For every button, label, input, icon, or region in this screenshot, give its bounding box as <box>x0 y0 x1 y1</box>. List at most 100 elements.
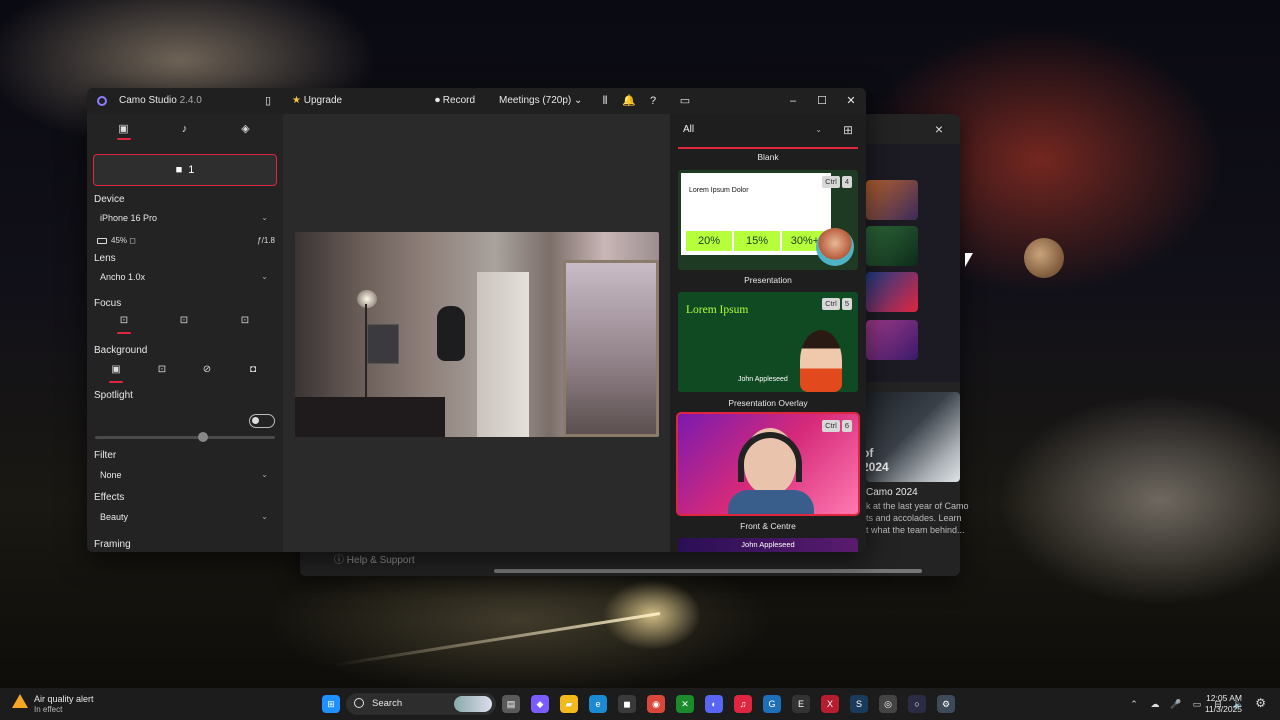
scene-card-presentation[interactable]: Lorem Ipsum Dolor 20% 15% 30%+ Ctrl 4 <box>678 170 858 270</box>
presenter-avatar <box>800 330 842 392</box>
scene-label-front-centre: Front & Centre <box>740 521 796 531</box>
record-label: Record <box>442 95 476 106</box>
shortcut-badge: Ctrl 5 <box>822 298 852 310</box>
lens-dropdown[interactable]: Ancho 1.0x ⌄ <box>93 267 277 287</box>
obs-app-icon[interactable]: ◎ <box>879 695 897 713</box>
layers-tab-icon[interactable]: ◈ <box>215 118 276 140</box>
columns-icon[interactable]: ⫴ <box>596 88 614 114</box>
scene-card-front-centre[interactable]: Ctrl 6 <box>678 414 858 514</box>
browser-app-icon[interactable]: G <box>763 695 781 713</box>
scenes-filter-dropdown[interactable]: All ⌄ <box>678 120 826 140</box>
filter-dropdown[interactable]: None ⌄ <box>93 465 277 485</box>
focus-auto-icon[interactable]: ⊡ <box>101 311 147 334</box>
search-icon <box>354 698 364 708</box>
aperture-value: ƒ/1.8 <box>257 236 275 245</box>
help-icon[interactable]: ? <box>644 88 662 114</box>
tray-icon[interactable]: ▭ <box>1189 695 1205 713</box>
record-button[interactable]: ⏺ Record <box>435 88 475 114</box>
scene-card-john-appleseed[interactable]: John Appleseed <box>678 538 858 552</box>
effects-dropdown[interactable]: Beauty ⌄ <box>93 507 277 527</box>
camo-app-icon[interactable]: ○ <box>908 695 926 713</box>
close-icon[interactable]: ✕ <box>837 88 865 114</box>
epic-app-icon[interactable]: E <box>792 695 810 713</box>
tray-icon[interactable]: 🎤 <box>1168 695 1184 713</box>
back-thumbnail[interactable] <box>866 226 918 266</box>
preview-door <box>477 272 529 437</box>
device-status: 45% ◻ ƒ/1.8 <box>97 234 275 248</box>
taskbar-search[interactable]: Search <box>346 693 496 715</box>
tray-icon[interactable]: ⌃ <box>1126 695 1142 713</box>
widgets-app-icon[interactable]: ▤ <box>502 695 520 713</box>
background-replace-icon[interactable]: ◘ <box>230 360 276 380</box>
back-thumbnail[interactable] <box>866 272 918 312</box>
focus-face-icon[interactable]: ⊡ <box>161 311 207 331</box>
help-icon: ⓘ <box>334 555 347 566</box>
maximize-icon[interactable]: ☐ <box>808 88 836 114</box>
app-version: 2.4.0 <box>179 95 202 106</box>
steam-app-icon[interactable]: S <box>850 695 868 713</box>
xbox-app-icon[interactable]: ✕ <box>676 695 694 713</box>
camera-selector[interactable]: ■ 1 <box>93 154 277 186</box>
camo-studio-window: Camo Studio 2.4.0 ▯ ★ Upgrade ⏺ Record M… <box>87 88 866 552</box>
grid-view-icon[interactable]: ⊞ <box>840 122 856 138</box>
clock[interactable]: 12:05 AM 11/3/2025 <box>1205 693 1242 715</box>
back-thumbnail[interactable] <box>866 320 918 360</box>
mic-tab-icon[interactable]: ♪ <box>154 118 215 140</box>
tray-icon[interactable]: ☁ <box>1147 695 1163 713</box>
background-blur-icon[interactable]: ⊡ <box>139 360 185 380</box>
scene-label-blank[interactable]: Blank <box>678 152 858 162</box>
camo-logo-icon <box>97 96 107 106</box>
edge-app-icon[interactable]: e <box>589 695 607 713</box>
background-remove-icon[interactable]: ⊘ <box>184 360 230 380</box>
bell-icon[interactable]: 🔔 <box>620 88 638 114</box>
back-thumbnail[interactable] <box>866 180 918 220</box>
scenes-filter-value: All <box>683 124 695 135</box>
wifi-icon: ◻ <box>129 236 136 245</box>
copilot-app-icon[interactable]: ◆ <box>531 695 549 713</box>
camera-preview[interactable] <box>295 232 659 437</box>
background-none-icon[interactable]: ▣ <box>93 360 139 383</box>
slide-stat: 15% <box>734 231 780 251</box>
discord-app-icon[interactable]: ◐ <box>705 695 723 713</box>
camera-tab-icon[interactable]: ▣ <box>93 118 154 140</box>
sidebar-toggle-icon[interactable]: ▯ <box>259 88 277 114</box>
chrome-app-icon[interactable]: ◉ <box>647 695 665 713</box>
back-article-title: Camo 2024 <box>866 487 918 498</box>
meetings-dropdown[interactable]: Meetings (720p) ⌄ <box>499 88 582 114</box>
app-x-app-icon[interactable]: X <box>821 695 839 713</box>
settings-app-icon[interactable]: ⚙ <box>937 695 955 713</box>
back-window-close-icon[interactable]: × <box>928 118 950 140</box>
wallpaper-planet <box>1024 238 1064 278</box>
chevron-down-icon: ⌄ <box>261 470 268 479</box>
spotlight-slider[interactable] <box>95 432 275 442</box>
lens-label: Lens <box>94 253 116 264</box>
headphones <box>738 432 802 482</box>
store-app-icon[interactable]: ◼ <box>618 695 636 713</box>
help-label: Help & Support <box>346 555 415 566</box>
horizontal-scrollbar[interactable] <box>494 569 922 573</box>
presenter-body <box>728 490 814 514</box>
focus-manual-icon[interactable]: ⊡ <box>222 311 268 331</box>
spotlight-toggle[interactable] <box>249 414 275 428</box>
music-app-icon[interactable]: ♫ <box>734 695 752 713</box>
minimize-icon[interactable]: – <box>779 88 807 114</box>
scene-card-presentation-overlay[interactable]: Lorem Ipsum John Appleseed Ctrl 5 <box>678 292 858 392</box>
slide-title: Lorem Ipsum Dolor <box>689 187 749 194</box>
device-value: iPhone 16 Pro <box>100 213 158 223</box>
help-and-support-link[interactable]: ⓘ Help & Support <box>334 551 415 566</box>
shortcut-key: Ctrl <box>822 420 840 432</box>
spotlight-slider-handle[interactable] <box>198 432 208 442</box>
presenter-avatar <box>816 228 854 266</box>
effects-value: Beauty <box>100 512 129 522</box>
device-dropdown[interactable]: iPhone 16 Pro ⌄ <box>93 208 277 228</box>
windows-start-icon[interactable]: ⊞ <box>322 695 340 713</box>
wallpaper-light-beam <box>333 612 661 667</box>
notifications-icon[interactable]: ⚙ <box>1255 696 1266 710</box>
shortcut-key: 4 <box>841 176 852 188</box>
weather-alert-widget[interactable]: Air quality alert In effect <box>12 692 152 716</box>
panel-icon[interactable]: ▭ <box>676 88 694 114</box>
shortcut-key: 5 <box>841 298 852 310</box>
scene-label-presentation-overlay: Presentation Overlay <box>728 398 808 408</box>
explorer-app-icon[interactable]: ▰ <box>560 695 578 713</box>
upgrade-button[interactable]: ★ Upgrade <box>292 88 342 114</box>
